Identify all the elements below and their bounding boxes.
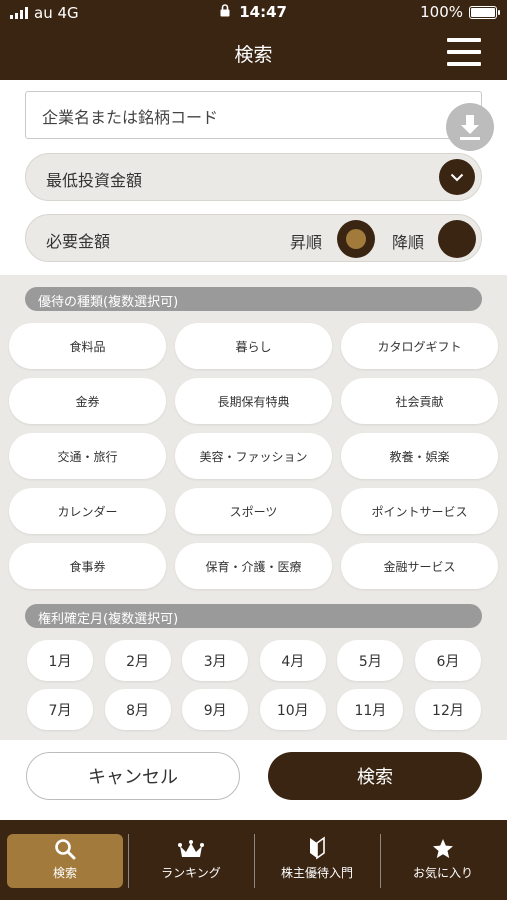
benefit-type-button[interactable]: 金融サービス <box>341 543 498 589</box>
month-button[interactable]: 8月 <box>104 689 171 730</box>
benefit-type-button[interactable]: 教養・娯楽 <box>341 433 498 479</box>
month-button[interactable]: 12月 <box>414 689 481 730</box>
status-right: 100% <box>420 3 500 21</box>
required-amount-label: 必要金額 <box>46 232 111 251</box>
nav-divider <box>128 834 129 888</box>
month-button[interactable]: 6月 <box>414 640 481 681</box>
chevron-down-icon[interactable] <box>439 159 475 195</box>
beginner-mark-icon <box>310 836 325 860</box>
month-button[interactable]: 1月 <box>27 640 93 681</box>
battery-icon <box>469 5 500 19</box>
nav-label: お気に入り <box>412 866 473 880</box>
min-investment-label: 最低投資金額 <box>46 171 143 190</box>
month-button[interactable]: 9月 <box>182 689 249 730</box>
search-icon <box>55 839 76 860</box>
crown-icon <box>178 840 204 857</box>
download-icon[interactable] <box>446 103 494 151</box>
month-button[interactable]: 4月 <box>259 640 326 681</box>
nav-divider <box>380 834 381 888</box>
nav-divider <box>254 834 255 888</box>
sort-desc-radio[interactable] <box>438 220 476 258</box>
benefit-type-button[interactable]: 交通・旅行 <box>9 433 166 479</box>
nav-label: 株主優待入門 <box>280 866 353 880</box>
nav-item-favorites[interactable]: お気に入り <box>385 834 501 888</box>
benefit-type-button[interactable]: 長期保有特典 <box>175 378 332 424</box>
sort-asc-label: 昇順 <box>290 233 323 252</box>
nav-item-search[interactable]: 検索 <box>7 834 123 888</box>
benefit-type-button[interactable]: カレンダー <box>9 488 166 534</box>
sort-desc-label: 降順 <box>392 233 425 252</box>
min-investment-select[interactable]: 最低投資金額 <box>25 153 482 201</box>
benefit-type-button[interactable]: 金券 <box>9 378 166 424</box>
nav-label: ランキング <box>161 866 221 880</box>
sort-asc-radio[interactable] <box>337 220 375 258</box>
benefit-type-button[interactable]: スポーツ <box>175 488 332 534</box>
month-button[interactable]: 10月 <box>259 689 326 730</box>
nav-item-guide[interactable]: 株主優待入門 <box>259 834 375 888</box>
benefit-type-button[interactable]: 食料品 <box>9 323 166 369</box>
time-label: 14:47 <box>239 3 287 21</box>
search-button[interactable]: 検索 <box>268 752 482 800</box>
status-bar: au 4G 14:47 100% <box>0 0 507 26</box>
bottom-nav: 検索 ランキング 株主優待入門 お気に入り <box>0 820 507 900</box>
benefit-type-button[interactable]: 美容・ファッション <box>175 433 332 479</box>
month-button[interactable]: 11月 <box>337 689 404 730</box>
battery-percent: 100% <box>420 3 463 21</box>
month-button[interactable]: 2月 <box>104 640 171 681</box>
month-button[interactable]: 3月 <box>182 640 249 681</box>
month-button[interactable]: 5月 <box>337 640 404 681</box>
menu-icon[interactable] <box>447 38 481 66</box>
benefit-type-button[interactable]: ポイントサービス <box>341 488 498 534</box>
filter-panel: 優待の種類(複数選択可) 食料品 暮らし カタログギフト 金券 長期保有特典 社… <box>0 275 507 740</box>
rights-month-grid: 1月 2月 3月 4月 5月 6月 7月 8月 9月 10月 11月 12月 <box>27 640 481 730</box>
cancel-button[interactable]: キャンセル <box>26 752 240 800</box>
rights-month-header: 権利確定月(複数選択可) <box>25 604 482 628</box>
nav-label: 検索 <box>52 866 77 880</box>
benefit-type-button[interactable]: 暮らし <box>175 323 332 369</box>
company-search-input[interactable]: 企業名または銘柄コード <box>25 91 482 139</box>
benefit-type-button[interactable]: 保育・介護・医療 <box>175 543 332 589</box>
month-button[interactable]: 7月 <box>27 689 93 730</box>
benefit-type-button[interactable]: 食事券 <box>9 543 166 589</box>
app-header: au 4G 14:47 100% 検索 <box>0 0 507 80</box>
benefit-type-button[interactable]: カタログギフト <box>341 323 498 369</box>
nav-item-ranking[interactable]: ランキング <box>133 834 249 888</box>
star-icon <box>433 839 453 858</box>
benefit-type-header: 優待の種類(複数選択可) <box>25 287 482 311</box>
page-title: 検索 <box>234 44 273 66</box>
benefit-type-button[interactable]: 社会貢献 <box>341 378 498 424</box>
required-amount-sort: 必要金額 昇順 降順 <box>25 214 482 262</box>
lock-icon <box>220 4 230 17</box>
benefit-type-grid: 食料品 暮らし カタログギフト 金券 長期保有特典 社会貢献 交通・旅行 美容・… <box>9 323 498 589</box>
